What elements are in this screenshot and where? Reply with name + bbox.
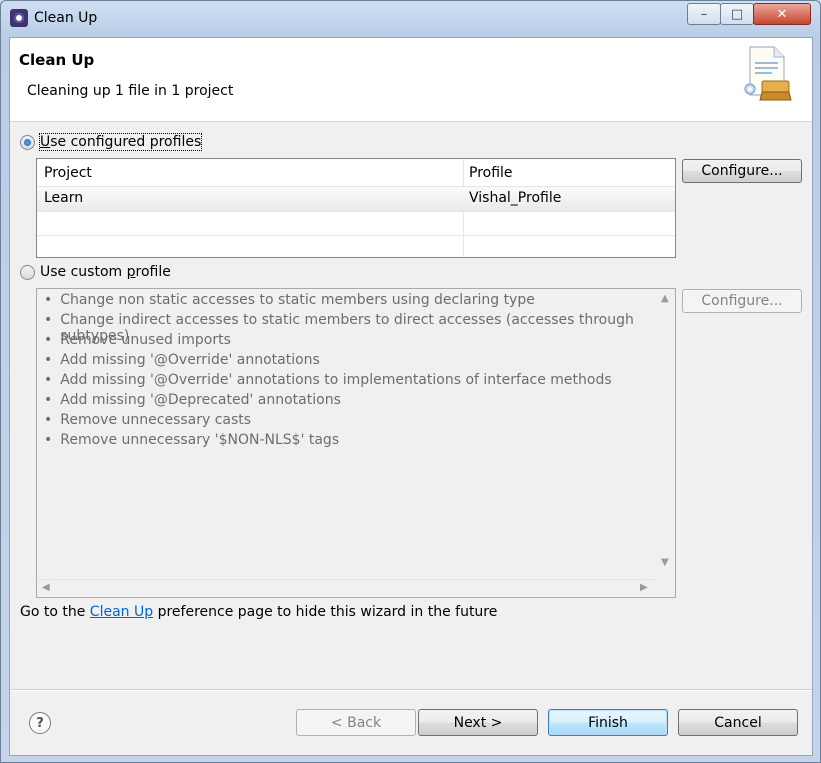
list-item: • Remove unnecessary '$NON-NLS$' tags xyxy=(44,432,340,448)
scroll-up-arrow-icon[interactable]: ▲ xyxy=(661,293,669,304)
minimize-button[interactable]: – xyxy=(687,3,721,25)
eclipse-app-icon xyxy=(10,9,28,27)
close-icon: ✕ xyxy=(776,6,788,22)
empty-table-row xyxy=(37,211,675,236)
use-configured-profiles-radio[interactable]: Use configured profiles xyxy=(20,133,203,151)
list-item: • Remove unnecessary casts xyxy=(44,412,252,428)
next-button[interactable]: Next > xyxy=(418,709,538,736)
list-item: • Add missing '@Override' annotations xyxy=(44,352,320,368)
maximize-button[interactable]: □ xyxy=(720,3,754,25)
horizontal-scrollbar[interactable]: ◀ ▶ xyxy=(37,579,657,597)
help-icon[interactable]: ? xyxy=(29,712,51,734)
back-button[interactable]: < Back xyxy=(296,709,416,736)
use-configured-profiles-label: Use configured profiles xyxy=(38,133,203,151)
minimize-icon: – xyxy=(700,6,708,22)
cell-project: Learn xyxy=(44,190,84,206)
use-custom-profile-radio[interactable]: Use custom profile xyxy=(20,264,171,280)
preference-hint: Go to the Clean Up preference page to hi… xyxy=(20,604,498,620)
profiles-table[interactable]: Project Profile Learn Vishal_Profile xyxy=(36,158,676,258)
column-header-project[interactable]: Project xyxy=(44,165,92,181)
column-header-profile[interactable]: Profile xyxy=(469,165,513,181)
button-bar-separator xyxy=(10,689,812,691)
use-custom-profile-label: Use custom profile xyxy=(40,264,171,280)
table-row[interactable]: Learn Vishal_Profile xyxy=(37,187,675,212)
window-title: Clean Up xyxy=(34,10,98,26)
maximize-icon: □ xyxy=(730,6,744,22)
title-bar[interactable]: Clean Up – □ ✕ xyxy=(1,1,820,37)
close-button[interactable]: ✕ xyxy=(753,3,811,25)
custom-profile-settings-list[interactable]: • Change non static accesses to static me… xyxy=(36,288,676,598)
wizard-title: Clean Up xyxy=(19,51,95,69)
configure-button[interactable]: Configure... xyxy=(682,159,802,183)
list-item: • Add missing '@Deprecated' annotations xyxy=(44,392,341,408)
clean-up-wizard-icon xyxy=(744,46,792,101)
radio-indicator-unchecked[interactable] xyxy=(20,264,35,280)
wizard-banner: Clean Up Cleaning up 1 file in 1 project xyxy=(10,38,812,122)
finish-button[interactable]: Finish xyxy=(548,709,668,736)
list-item: • Add missing '@Override' annotations to … xyxy=(44,372,612,388)
scroll-right-arrow-icon[interactable]: ▶ xyxy=(640,582,648,593)
wizard-subtitle: Cleaning up 1 file in 1 project xyxy=(27,83,234,99)
clean-up-dialog: Clean Up – □ ✕ Clean Up Cleaning up 1 fi… xyxy=(0,0,821,763)
cell-profile: Vishal_Profile xyxy=(469,190,562,206)
cancel-button[interactable]: Cancel xyxy=(678,709,798,736)
table-header: Project Profile xyxy=(37,159,675,187)
custom-configure-button[interactable]: Configure... xyxy=(682,289,802,313)
vertical-scrollbar[interactable]: ▲ ▼ xyxy=(657,289,674,579)
radio-indicator-checked[interactable] xyxy=(20,134,35,150)
scroll-left-arrow-icon[interactable]: ◀ xyxy=(42,582,50,593)
clean-up-preference-link[interactable]: Clean Up xyxy=(90,604,153,620)
dialog-body: Clean Up Cleaning up 1 file in 1 project… xyxy=(9,37,813,756)
list-item: • Change non static accesses to static me… xyxy=(44,292,535,308)
scroll-down-arrow-icon[interactable]: ▼ xyxy=(661,557,669,568)
list-item: • Remove unused imports xyxy=(44,332,231,348)
